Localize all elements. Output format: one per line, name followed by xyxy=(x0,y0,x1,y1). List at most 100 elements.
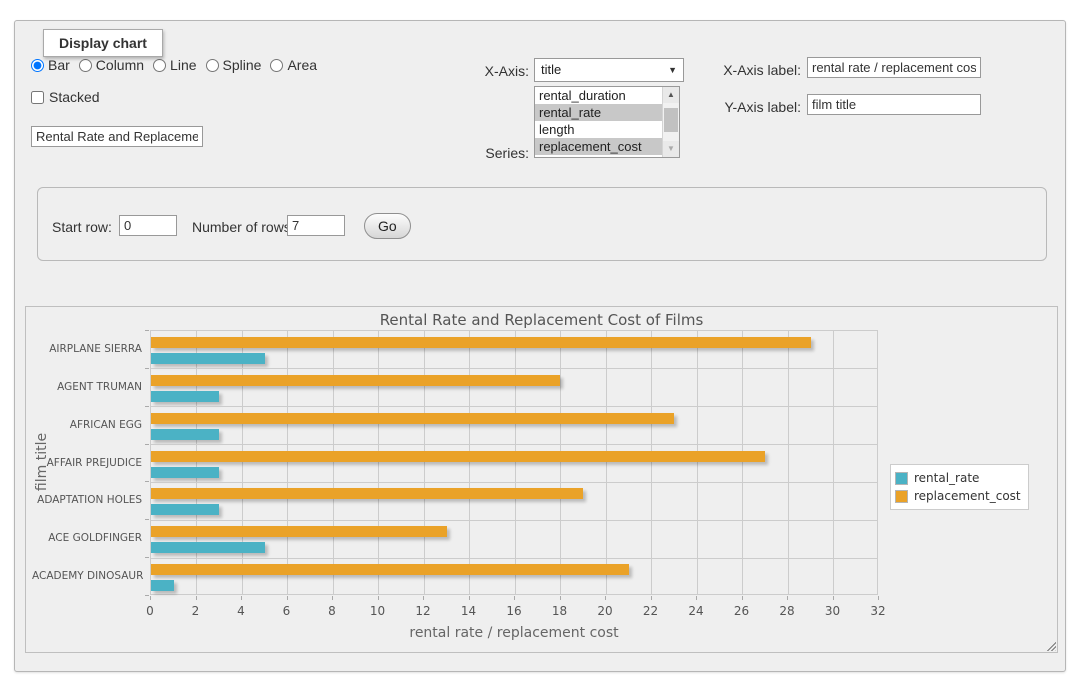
y-tick-mark xyxy=(145,368,149,369)
y-axis-label-field-label: Y-Axis label: xyxy=(705,99,801,115)
series-option-replacement_cost[interactable]: replacement_cost xyxy=(535,138,662,155)
chart-type-label: Column xyxy=(96,57,144,73)
gridline xyxy=(151,482,877,483)
chevron-down-icon: ▼ xyxy=(668,59,677,81)
x-tick-label: 16 xyxy=(499,604,529,618)
gridline xyxy=(151,368,877,369)
x-tick-label: 30 xyxy=(818,604,848,618)
start-row-label: Start row: xyxy=(52,219,112,235)
start-row-input[interactable] xyxy=(119,215,177,236)
gridline xyxy=(333,331,334,594)
chart-type-radio-group: Bar Column Line Spline Area xyxy=(31,57,317,73)
gridline xyxy=(151,520,877,521)
x-tick-mark xyxy=(878,596,879,600)
stacked-checkbox[interactable] xyxy=(31,91,44,104)
x-tick-mark xyxy=(378,596,379,600)
x-axis-select-label: X-Axis: xyxy=(415,63,529,79)
legend-label: replacement_cost xyxy=(914,489,1021,503)
chart-type-label: Area xyxy=(287,57,317,73)
num-rows-input[interactable] xyxy=(287,215,345,236)
category-label: AIRPLANE SIERRA xyxy=(32,343,142,355)
go-button[interactable]: Go xyxy=(364,213,411,239)
series-listbox[interactable]: rental_durationrental_ratelengthreplacem… xyxy=(534,86,680,158)
legend-swatch-rental_rate xyxy=(895,472,908,485)
legend-item: replacement_cost xyxy=(895,487,1021,505)
scroll-up-icon[interactable]: ▲ xyxy=(663,87,679,103)
gridline xyxy=(697,331,698,594)
scroll-down-icon[interactable]: ▼ xyxy=(663,141,679,157)
x-tick-label: 12 xyxy=(408,604,438,618)
bar-replacement_cost xyxy=(151,488,583,499)
x-tick-label: 8 xyxy=(317,604,347,618)
x-tick-mark xyxy=(696,596,697,600)
gridline xyxy=(560,331,561,594)
gridline xyxy=(606,331,607,594)
category-label: ACE GOLDFINGER xyxy=(32,532,142,544)
series-option-rental_rate[interactable]: rental_rate xyxy=(535,104,662,121)
stacked-label: Stacked xyxy=(49,89,100,105)
x-axis-select[interactable]: title ▼ xyxy=(534,58,684,82)
x-tick-label: 24 xyxy=(681,604,711,618)
bar-replacement_cost xyxy=(151,526,447,537)
x-axis-label-input[interactable] xyxy=(807,57,981,78)
x-tick-label: 18 xyxy=(545,604,575,618)
bar-rental_rate xyxy=(151,429,219,440)
x-tick-label: 10 xyxy=(363,604,393,618)
gridline xyxy=(833,331,834,594)
gridline xyxy=(788,331,789,594)
bar-replacement_cost xyxy=(151,337,811,348)
bar-replacement_cost xyxy=(151,413,674,424)
chart-type-label: Bar xyxy=(48,57,70,73)
chart-type-radio-column[interactable] xyxy=(79,59,92,72)
y-axis-label-input[interactable] xyxy=(807,94,981,115)
bar-rental_rate xyxy=(151,353,265,364)
category-label: ADAPTATION HOLES xyxy=(32,494,142,506)
x-tick-mark xyxy=(514,596,515,600)
gridline xyxy=(151,558,877,559)
x-tick-mark xyxy=(560,596,561,600)
chart-title-input[interactable] xyxy=(31,126,203,147)
legend-label: rental_rate xyxy=(914,471,979,485)
x-tick-mark xyxy=(742,596,743,600)
plot-area xyxy=(150,330,878,595)
gridline xyxy=(378,331,379,594)
x-tick-mark xyxy=(150,596,151,600)
chart-container: Rental Rate and Replacement Cost of Film… xyxy=(25,306,1058,653)
x-tick-mark xyxy=(423,596,424,600)
chart-title: Rental Rate and Replacement Cost of Film… xyxy=(26,311,1057,329)
series-select-label: Series: xyxy=(415,145,529,161)
series-scrollbar[interactable]: ▲ ▼ xyxy=(662,87,679,157)
bar-rental_rate xyxy=(151,391,219,402)
series-option-rental_duration[interactable]: rental_duration xyxy=(535,87,662,104)
bar-replacement_cost xyxy=(151,451,765,462)
chart-type-label: Spline xyxy=(223,57,262,73)
series-options: rental_durationrental_ratelengthreplacem… xyxy=(535,87,662,157)
y-tick-mark xyxy=(145,557,149,558)
chart-type-label: Line xyxy=(170,57,196,73)
bar-replacement_cost xyxy=(151,375,560,386)
series-option-length[interactable]: length xyxy=(535,121,662,138)
chart-type-radio-line[interactable] xyxy=(153,59,166,72)
y-tick-mark xyxy=(145,519,149,520)
bar-rental_rate xyxy=(151,542,265,553)
x-tick-mark xyxy=(469,596,470,600)
chart-legend: rental_rate replacement_cost xyxy=(890,464,1029,510)
x-tick-label: 4 xyxy=(226,604,256,618)
y-tick-mark xyxy=(145,444,149,445)
scrollbar-thumb[interactable] xyxy=(664,108,678,132)
gridline xyxy=(651,331,652,594)
chart-type-radio-area[interactable] xyxy=(270,59,283,72)
gridline xyxy=(242,331,243,594)
gridline xyxy=(151,406,877,407)
bar-rental_rate xyxy=(151,580,174,591)
chart-type-radio-bar[interactable] xyxy=(31,59,44,72)
chart-type-radio-spline[interactable] xyxy=(206,59,219,72)
x-tick-mark xyxy=(833,596,834,600)
x-tick-mark xyxy=(605,596,606,600)
y-tick-mark xyxy=(145,406,149,407)
category-label: AFRICAN EGG xyxy=(32,419,142,431)
resize-grip-icon[interactable] xyxy=(1045,640,1056,651)
row-range-box: Start row: Number of rows: Go xyxy=(37,187,1047,261)
bar-rental_rate xyxy=(151,504,219,515)
gridline xyxy=(742,331,743,594)
